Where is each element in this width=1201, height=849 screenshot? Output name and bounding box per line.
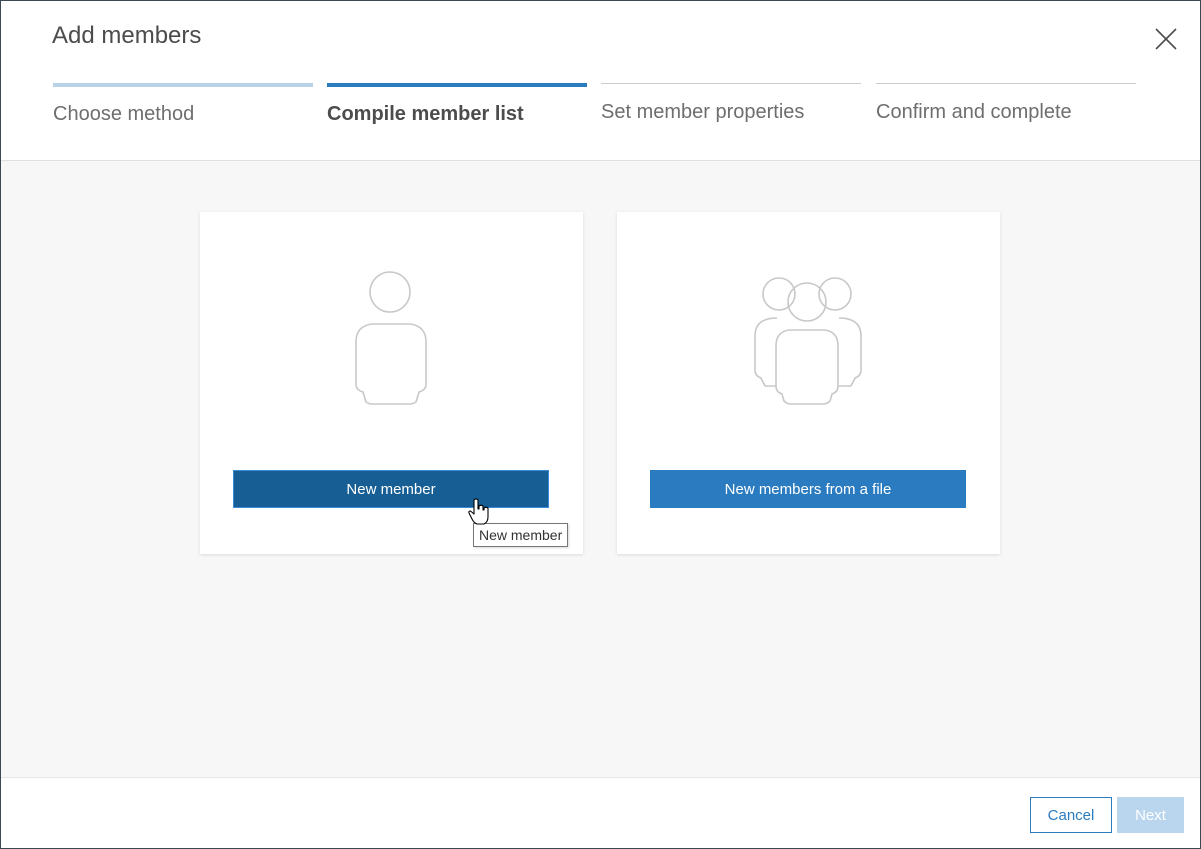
step-choose-method[interactable]: Choose method [53,83,313,143]
step-label: Confirm and complete [876,101,1072,123]
step-progress-bar [876,83,1136,84]
step-set-member-properties: Set member properties [601,83,861,143]
cancel-button[interactable]: Cancel [1030,797,1112,833]
tooltip: New member [473,523,569,547]
dialog-content: New member New members from a file [1,161,1200,777]
step-label: Choose method [53,103,195,125]
new-members-from-file-card: New members from a file [617,212,1000,554]
dialog-footer: Cancel Next [1,777,1200,848]
single-user-icon [355,271,427,405]
close-button[interactable] [1152,25,1180,53]
step-compile-member-list: Compile member list [327,83,587,143]
hand-pointer-cursor-icon [468,498,489,525]
step-confirm-and-complete: Confirm and complete [876,83,1136,143]
next-button: Next [1117,797,1184,833]
new-members-from-file-button[interactable]: New members from a file [650,470,966,508]
new-member-card: New member [200,212,583,554]
new-member-button[interactable]: New member [233,470,549,508]
close-icon [1155,28,1177,50]
step-label: Compile member list [327,103,524,125]
dialog-header: Add members Choose method Compile member… [1,1,1200,161]
dialog-title: Add members [52,22,202,49]
step-progress-bar [601,83,861,84]
multiple-users-icon [754,277,862,405]
step-progress-bar [53,83,313,87]
step-label: Set member properties [601,101,805,123]
step-progress-bar [327,83,587,87]
add-members-dialog: Add members Choose method Compile member… [0,0,1201,849]
